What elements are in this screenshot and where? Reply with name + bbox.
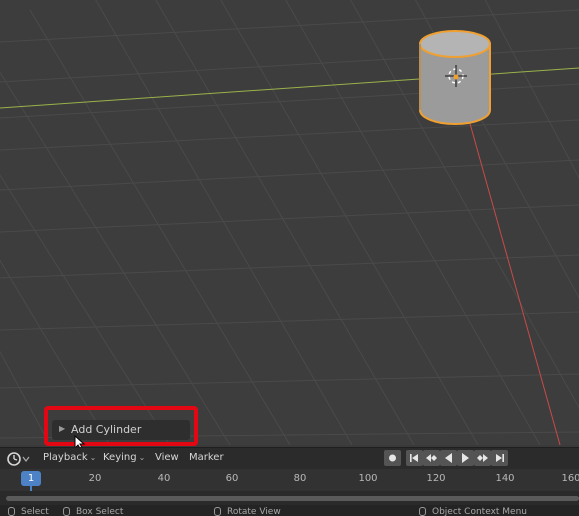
chevron-down-icon: ⌄ xyxy=(89,453,97,462)
jump-to-keyframe-back-button[interactable] xyxy=(423,450,440,466)
red-highlight-annotation xyxy=(44,406,198,446)
prev-keyframe-icon xyxy=(426,454,437,462)
play-reverse-button[interactable] xyxy=(440,450,457,466)
x-axis-line xyxy=(0,67,579,109)
mouse-middle-icon xyxy=(214,507,221,516)
menu-view[interactable]: View xyxy=(155,452,179,463)
grid-line xyxy=(0,174,171,445)
timeline-scrollbar[interactable] xyxy=(0,491,579,505)
grid-line xyxy=(0,47,579,83)
menu-keying[interactable]: Keying ⌄ xyxy=(103,452,145,463)
cylinder-top xyxy=(419,30,491,58)
frame-tick-label: 160 xyxy=(561,473,579,484)
next-keyframe-icon xyxy=(477,454,488,462)
grid-line xyxy=(0,9,579,43)
frame-tick-label: 40 xyxy=(157,473,171,484)
record-icon xyxy=(389,454,396,462)
frame-tick-label: 140 xyxy=(495,473,515,484)
mouse-right-icon xyxy=(419,507,426,516)
grid-line xyxy=(95,0,353,445)
3d-viewport[interactable] xyxy=(0,0,579,445)
grid-line xyxy=(29,9,291,445)
grid-line xyxy=(0,71,231,445)
jump-to-keyframe-forward-button[interactable] xyxy=(474,450,491,466)
mouse-left-icon xyxy=(8,507,15,516)
menu-playback[interactable]: Playback ⌄ xyxy=(43,452,96,463)
status-rotate-view: Rotate View xyxy=(214,507,281,516)
grid-line xyxy=(0,373,579,389)
object-origin-dot xyxy=(453,74,459,80)
jump-to-start-button[interactable] xyxy=(406,450,423,466)
scrollbar-thumb[interactable] xyxy=(6,496,579,501)
chevron-down-icon: ⌄ xyxy=(138,453,146,462)
viewport-grid xyxy=(0,0,579,445)
status-select: Select xyxy=(8,507,49,516)
mouse-drag-icon xyxy=(63,507,70,516)
frame-tick-label: 80 xyxy=(293,473,307,484)
editor-type-clock-icon[interactable] xyxy=(6,451,30,467)
status-bar: Select Box Select Rotate View Object Con… xyxy=(0,505,579,516)
auto-keying-record-button[interactable] xyxy=(384,450,401,466)
play-icon xyxy=(462,453,469,463)
grid-line xyxy=(155,0,415,445)
current-frame-indicator[interactable]: 1 xyxy=(21,471,41,486)
play-reverse-icon xyxy=(445,453,452,463)
grid-line xyxy=(0,119,579,151)
timeline-frame-ruler[interactable]: 1 20 40 60 80 100 120 140 160 xyxy=(0,469,579,492)
grid-line xyxy=(484,0,579,179)
frame-tick-label: 100 xyxy=(358,473,378,484)
grid-line xyxy=(0,311,579,331)
grid-line xyxy=(0,204,579,233)
status-context-menu: Object Context Menu xyxy=(419,507,527,516)
grid-line xyxy=(0,259,111,445)
menu-marker[interactable]: Marker xyxy=(189,452,224,463)
frame-tick-label: 20 xyxy=(88,473,102,484)
grid-line xyxy=(0,83,579,119)
frame-tick-label: 120 xyxy=(426,473,446,484)
grid-line xyxy=(0,254,579,279)
jump-start-icon xyxy=(410,454,418,462)
status-box-select: Box Select xyxy=(63,507,123,516)
grid-line xyxy=(0,350,51,445)
jump-to-end-button[interactable] xyxy=(491,450,508,466)
timeline-header: Playback ⌄ Keying ⌄ View Marker xyxy=(0,447,579,470)
play-button[interactable] xyxy=(457,450,474,466)
frame-tick-label: 60 xyxy=(225,473,239,484)
grid-line xyxy=(0,159,579,191)
jump-end-icon xyxy=(496,454,504,462)
